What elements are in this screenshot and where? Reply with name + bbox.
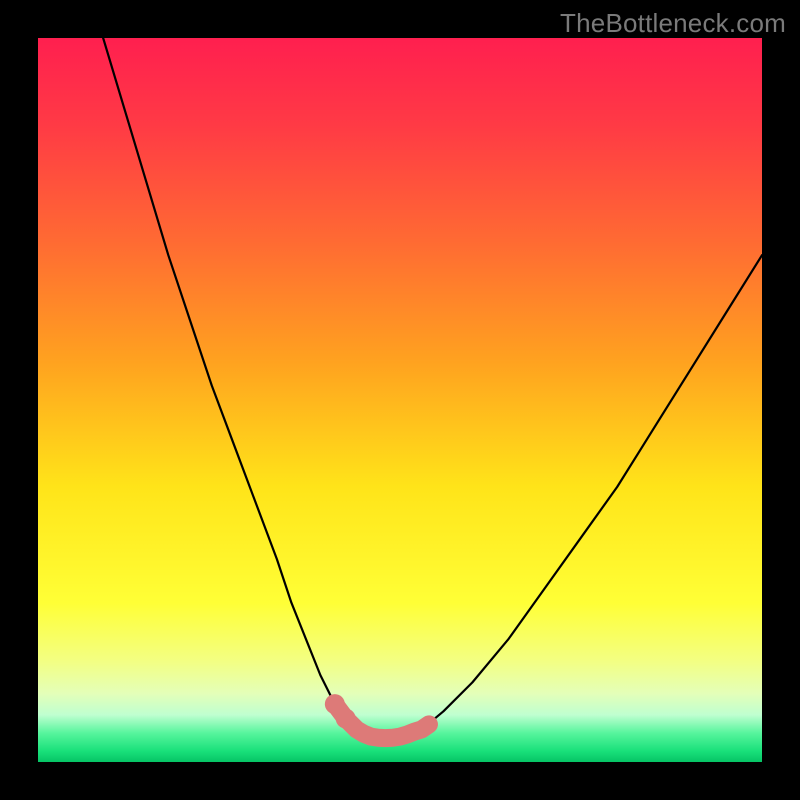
bottleneck-chart: [38, 38, 762, 762]
plot-area: [38, 38, 762, 762]
highlight-dot: [336, 709, 356, 729]
bottleneck-curve: [103, 38, 762, 738]
watermark-text: TheBottleneck.com: [560, 8, 786, 39]
highlight-markers: [325, 694, 429, 738]
stage: TheBottleneck.com: [0, 0, 800, 800]
